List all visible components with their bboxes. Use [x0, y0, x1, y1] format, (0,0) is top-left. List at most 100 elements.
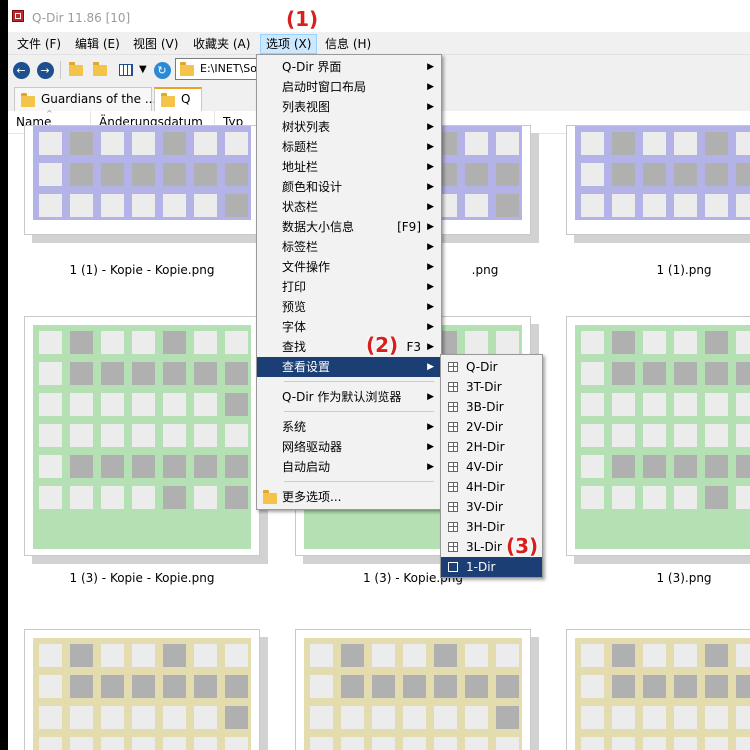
options-menu-item[interactable]: 状态栏 ▶	[257, 197, 441, 217]
forward-arrow-icon: →	[36, 61, 54, 79]
tab-q[interactable]: Q	[154, 87, 202, 111]
options-menu-item[interactable]: 数据大小信息 [F9] ▶	[257, 217, 441, 237]
thumbnail-cell	[643, 486, 666, 509]
submenu-arrow-icon: ▶	[427, 442, 434, 452]
menu-view[interactable]: 视图 (V)	[128, 35, 183, 53]
view-layout-item[interactable]: 3V-Dir	[441, 497, 542, 517]
thumbnail-grid	[575, 638, 750, 750]
thumbnail-image[interactable]	[24, 125, 260, 235]
thumbnail-cell	[101, 455, 124, 478]
options-menu-item[interactable]: 查看设置 ▶	[257, 357, 441, 377]
layout-icon	[448, 562, 458, 572]
options-menu-item[interactable]: 字体 ▶	[257, 317, 441, 337]
options-menu-item[interactable]: 颜色和设计 ▶	[257, 177, 441, 197]
options-menu-item[interactable]: 网络驱动器 ▶	[257, 437, 441, 457]
menu-item-label: 更多选项...	[282, 490, 342, 504]
view-layout-item[interactable]: 4V-Dir	[441, 457, 542, 477]
view-layout-item[interactable]: 3T-Dir	[441, 377, 542, 397]
options-menu-item[interactable]: 查找 F3 ▶	[257, 337, 441, 357]
options-menu-item[interactable]: 系统 ▶	[257, 417, 441, 437]
address-bar[interactable]: E:\INET\So	[175, 58, 265, 80]
thumbnail-cell	[434, 644, 457, 667]
options-menu-item[interactable]: 打印 ▶	[257, 277, 441, 297]
options-menu-item[interactable]: 文件操作 ▶	[257, 257, 441, 277]
menu-favorites[interactable]: 收藏夹 (A)	[188, 35, 255, 53]
thumbnail-cell	[705, 331, 728, 354]
options-menu-item[interactable]: 列表视图 ▶	[257, 97, 441, 117]
menu-edit[interactable]: 编辑 (E)	[70, 35, 125, 53]
thumbnail-cell	[70, 132, 93, 155]
thumbnail-cell	[674, 486, 697, 509]
thumbnail-cell	[643, 362, 666, 385]
menu-file[interactable]: 文件 (F)	[12, 35, 66, 53]
options-menu-item[interactable]: 更多选项...	[257, 487, 441, 507]
thumbnail-cell	[225, 331, 248, 354]
options-menu-item[interactable]: 地址栏 ▶	[257, 157, 441, 177]
submenu-arrow-icon: ▶	[427, 202, 434, 212]
thumbnail-image[interactable]	[24, 629, 260, 750]
thumbnail-cell	[705, 393, 728, 416]
options-menu-item[interactable]: 树状列表 ▶	[257, 117, 441, 137]
thumbnail-cell	[194, 486, 217, 509]
thumbnail-cell	[496, 331, 519, 354]
thumbnail-cell	[163, 163, 186, 186]
menu-info[interactable]: 信息 (H)	[320, 35, 376, 53]
layout-icon	[448, 442, 458, 452]
thumbnail-cell	[132, 132, 155, 155]
thumbnail-image[interactable]	[566, 629, 750, 750]
new-folder-button[interactable]	[90, 60, 110, 80]
forward-button[interactable]: →	[35, 60, 55, 80]
view-layout-item[interactable]: 3B-Dir	[441, 397, 542, 417]
view-layout-item[interactable]: 1-Dir	[441, 557, 542, 577]
thumbnail-cell	[403, 706, 426, 729]
view-layout-item[interactable]: 2V-Dir	[441, 417, 542, 437]
options-menu-item[interactable]: Q-Dir 界面 ▶	[257, 57, 441, 77]
address-input[interactable]: E:\INET\So	[200, 62, 257, 75]
thumbnail-cell	[163, 331, 186, 354]
thumbnail-cell	[341, 706, 364, 729]
menu-item-label: 标签栏	[282, 240, 319, 254]
thumbnail-cell	[612, 706, 635, 729]
thumbnail-cell	[132, 455, 155, 478]
view-dropdown-icon[interactable]: ▼	[139, 64, 147, 75]
options-menu-item[interactable]: 预览 ▶	[257, 297, 441, 317]
menu-item-label: 查找	[282, 340, 307, 354]
thumbnail-cell	[581, 331, 604, 354]
options-menu-item[interactable]: 自动启动 ▶	[257, 457, 441, 477]
menu-item-label: 自动启动	[282, 460, 331, 474]
thumbnail-cell	[465, 644, 488, 667]
layout-label: Q-Dir	[466, 360, 498, 374]
options-menu-item[interactable]: 标签栏 ▶	[257, 237, 441, 257]
thumbnail-image[interactable]	[24, 316, 260, 556]
thumbnail-cell	[132, 644, 155, 667]
thumbnail-cell	[612, 675, 635, 698]
menu-options[interactable]: 选项 (X)	[260, 34, 318, 54]
thumbnail-cell	[581, 393, 604, 416]
thumbnail-cell	[674, 393, 697, 416]
options-menu-item[interactable]: 标题栏 ▶	[257, 137, 441, 157]
up-folder-button[interactable]	[66, 60, 86, 80]
submenu-arrow-icon: ▶	[427, 162, 434, 172]
thumbnail-cell	[310, 644, 333, 667]
grid-view-icon	[119, 64, 133, 76]
view-layout-item[interactable]: 2H-Dir	[441, 437, 542, 457]
layout-label: 3B-Dir	[466, 400, 504, 414]
view-layout-item[interactable]: Q-Dir	[441, 357, 542, 377]
tab-guardians[interactable]: Guardians of the ...	[14, 87, 156, 111]
thumbnail-image[interactable]	[566, 125, 750, 235]
thumbnail-cell	[310, 737, 333, 750]
thumbnail-image[interactable]	[295, 629, 531, 750]
thumbnail-image[interactable]	[566, 316, 750, 556]
options-menu-item[interactable]: 启动时窗口布局 ▶	[257, 77, 441, 97]
options-menu-item[interactable]: Q-Dir 作为默认浏览器 ▶	[257, 387, 441, 407]
thumbnail-cell	[674, 362, 697, 385]
view-mode-button[interactable]	[116, 60, 136, 80]
refresh-button[interactable]: ↻	[152, 60, 172, 80]
thumbnail-cell	[612, 331, 635, 354]
thumbnail-cell	[372, 675, 395, 698]
view-layout-item[interactable]: 4H-Dir	[441, 477, 542, 497]
back-button[interactable]: ←	[11, 60, 31, 80]
thumbnail-cell	[736, 455, 750, 478]
menu-item-label: 地址栏	[282, 160, 319, 174]
thumbnail-cell	[434, 675, 457, 698]
